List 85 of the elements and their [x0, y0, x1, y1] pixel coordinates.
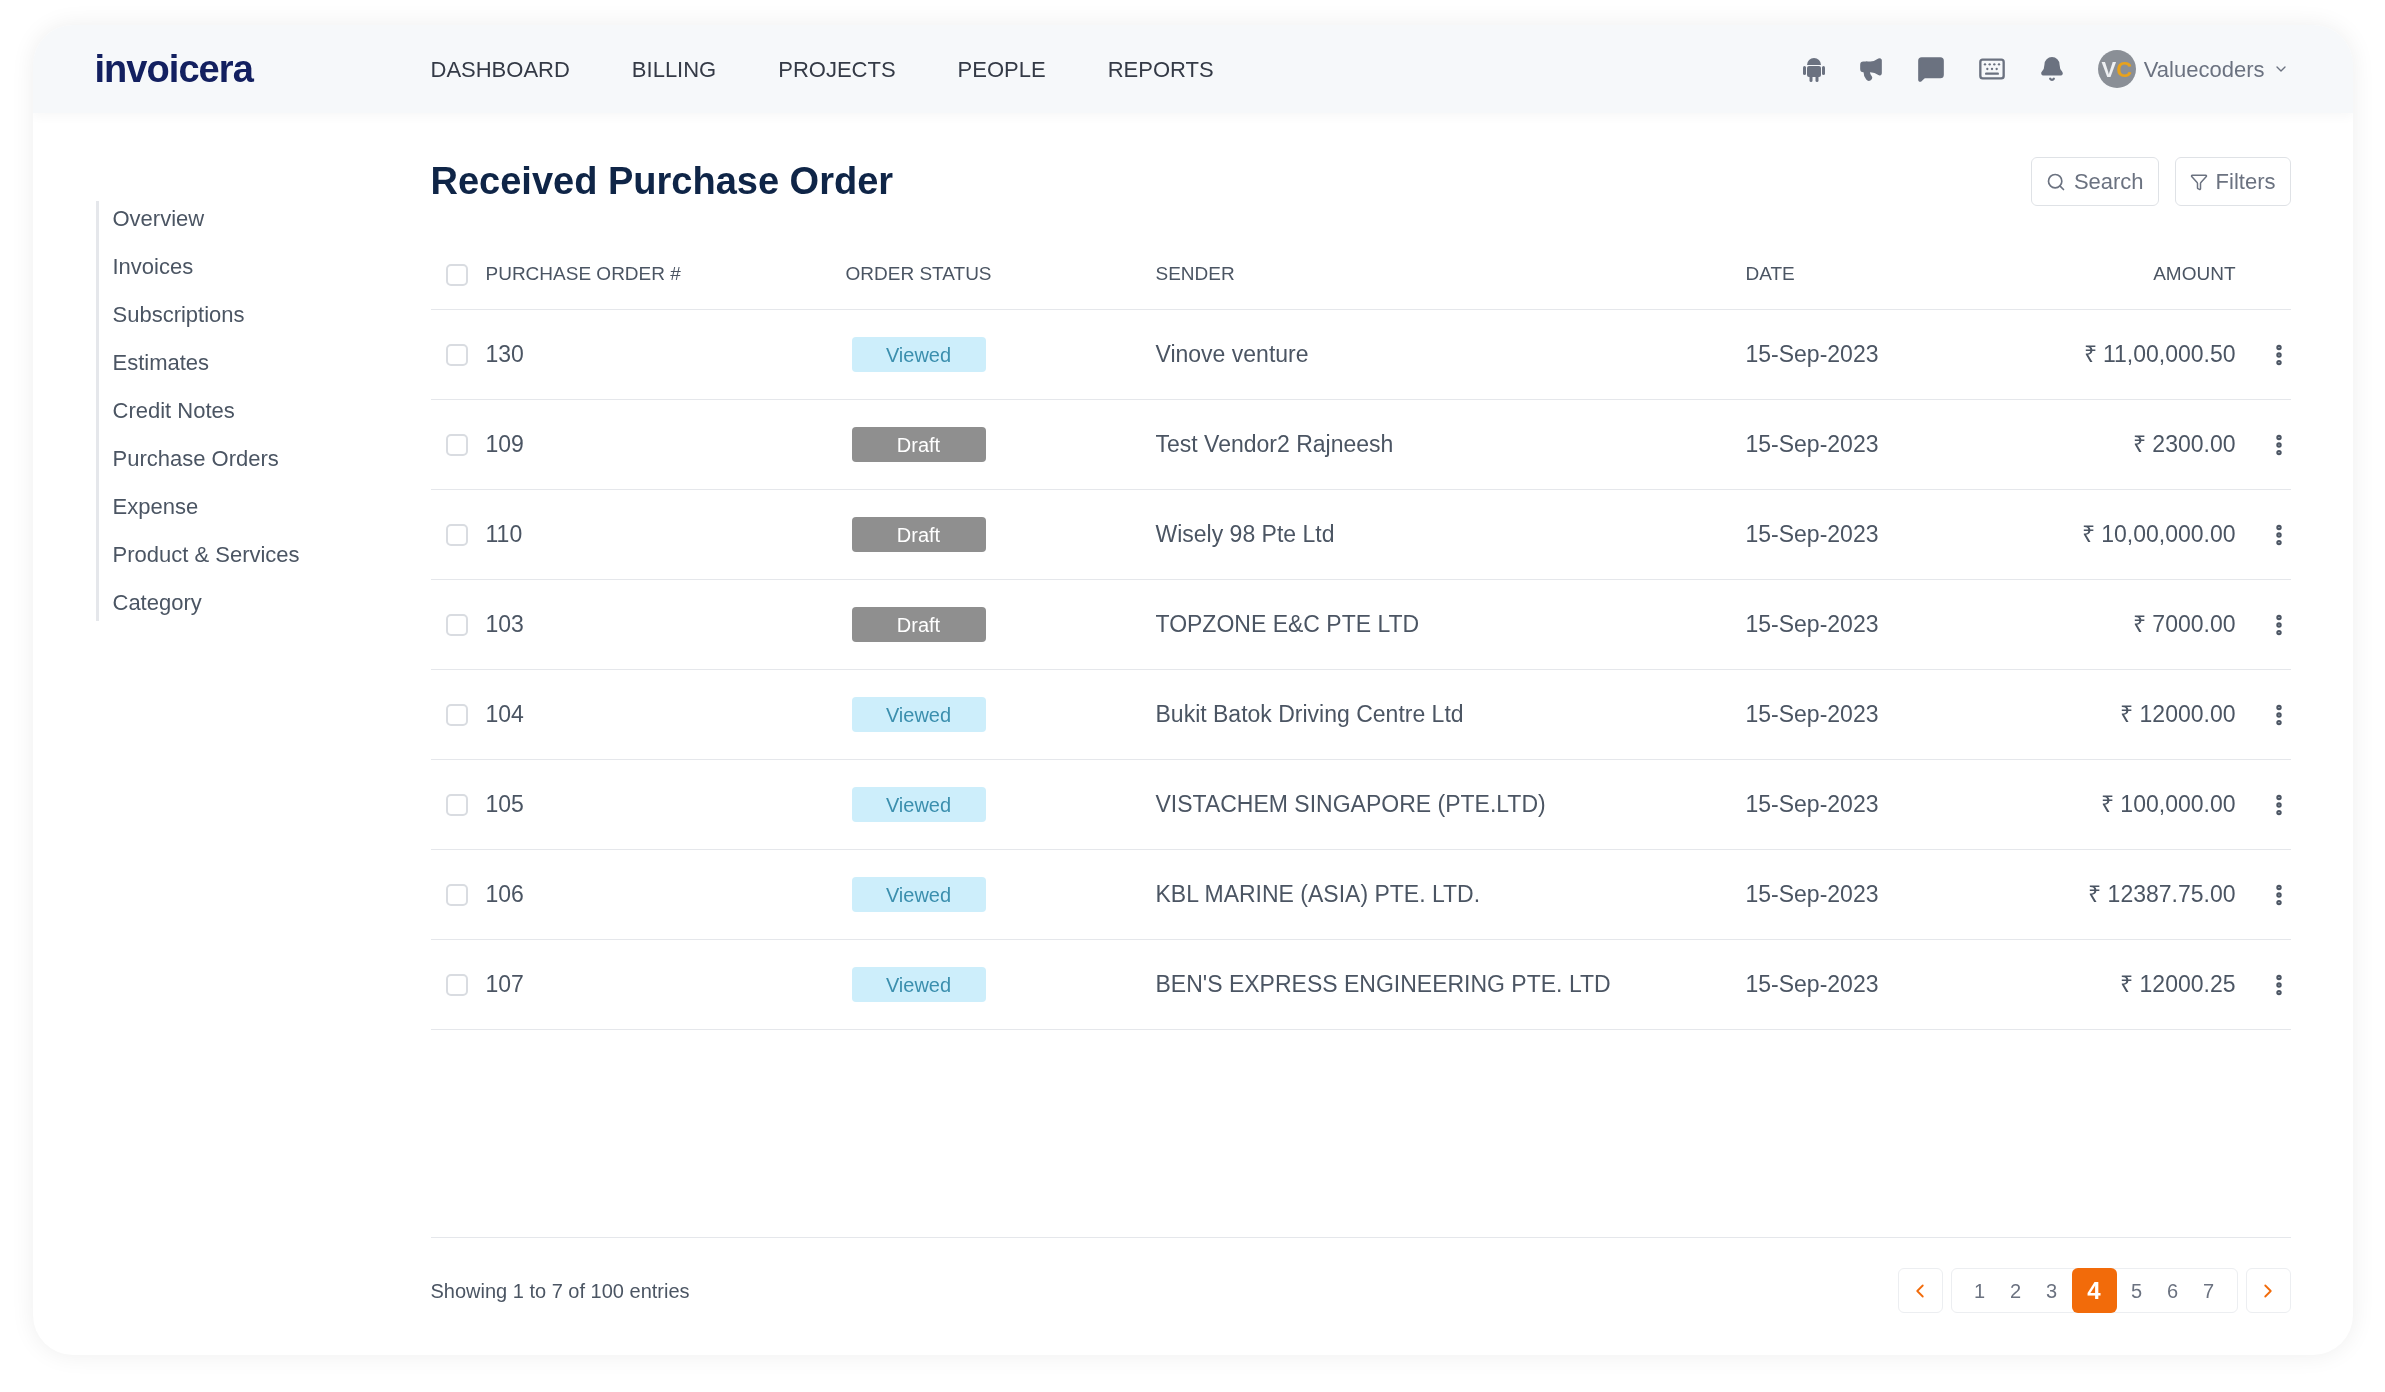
table-cell-text: 106 — [485, 880, 524, 910]
table-cell-text: 15-Sep-2023 — [1745, 520, 1880, 550]
megaphone-icon[interactable] — [1857, 56, 1884, 82]
page-number[interactable]: 1 — [1963, 1268, 1996, 1313]
filters-button[interactable]: Filters — [2174, 157, 2291, 206]
checkbox[interactable] — [445, 523, 468, 546]
table-cell-text: ₹ 2300.00 — [2131, 430, 2236, 460]
search-button[interactable]: Search — [2030, 157, 2159, 206]
column-header: ORDER STATUS — [845, 262, 993, 287]
page-number[interactable]: 7 — [2192, 1268, 2225, 1313]
status-badge: Viewed — [851, 967, 986, 1003]
page-title: Received Purchase Order — [430, 159, 894, 204]
table-cell-text: 15-Sep-2023 — [1745, 700, 1880, 730]
checkbox[interactable] — [445, 343, 468, 366]
table-cell-text: ₹ 12387.75.00 — [2087, 880, 2236, 910]
table-cell-text: 105 — [485, 790, 524, 820]
table-cell-text: ₹ 10,00,000.00 — [2080, 520, 2236, 550]
status-badge: Viewed — [851, 697, 986, 733]
page-number[interactable]: 5 — [2120, 1268, 2153, 1313]
page-number[interactable]: 3 — [2035, 1268, 2068, 1313]
checkbox[interactable] — [445, 883, 468, 906]
nav-link[interactable]: REPORTS — [1107, 52, 1214, 86]
column-header: DATE — [1745, 262, 1796, 287]
table-cell-text: 15-Sep-2023 — [1745, 970, 1880, 1000]
table-cell-text: 107 — [485, 970, 524, 1000]
logo[interactable]: invoicera — [94, 40, 431, 98]
entries-summary: Showing 1 to 7 of 100 entries — [430, 1278, 690, 1304]
table-cell-text: Vinove venture — [1155, 340, 1310, 370]
table-cell-text: ₹ 11,00,000.50 — [2082, 340, 2236, 370]
table-cell-text: Wisely 98 Pte Ltd — [1155, 520, 1336, 550]
sidebar-item[interactable]: Product & Services — [112, 541, 431, 569]
table-cell-text: 15-Sep-2023 — [1745, 430, 1880, 460]
table-cell-text: TOPZONE E&C PTE LTD — [1155, 610, 1421, 640]
android-icon[interactable] — [1802, 56, 1825, 82]
table-cell-text: ₹ 12000.00 — [2119, 700, 2236, 730]
checkbox[interactable] — [445, 613, 468, 636]
status-badge: Draft — [851, 427, 986, 463]
sidebar-item[interactable]: Credit Notes — [112, 397, 431, 425]
table-cell-text: 15-Sep-2023 — [1745, 880, 1880, 910]
table-cell-text: 104 — [485, 700, 524, 730]
checkbox[interactable] — [445, 973, 468, 996]
nav-link[interactable]: BILLING — [631, 52, 717, 86]
nav-link[interactable]: PROJECTS — [778, 52, 896, 86]
user-name[interactable]: Valuecoders — [2143, 52, 2265, 86]
table-cell-text: VISTACHEM SINGAPORE (PTE.LTD) — [1155, 790, 1547, 820]
table-cell-text: KBL MARINE (ASIA) PTE. LTD. — [1155, 880, 1482, 910]
status-badge: Draft — [851, 517, 986, 553]
page-number[interactable]: 2 — [1999, 1268, 2032, 1313]
checkbox[interactable] — [445, 703, 468, 726]
table-cell-text: 15-Sep-2023 — [1745, 340, 1880, 370]
sidebar-item[interactable]: Expense — [112, 493, 431, 521]
nav-link[interactable]: DASHBOARD — [430, 52, 570, 86]
status-badge: Viewed — [851, 337, 986, 373]
column-header: AMOUNT — [2152, 262, 2236, 287]
sidebar-item[interactable]: Purchase Orders — [112, 445, 431, 473]
column-header: SENDER — [1155, 262, 1236, 287]
table-cell-text: 15-Sep-2023 — [1745, 790, 1880, 820]
checkbox[interactable] — [445, 263, 468, 286]
table-cell-text: ₹ 12000.25 — [2119, 970, 2236, 1000]
search-icon — [2045, 171, 2066, 192]
status-badge: Viewed — [851, 877, 986, 913]
table-cell-text: ₹ 7000.00 — [2131, 610, 2236, 640]
table-cell-text: 130 — [485, 340, 524, 370]
table-cell-text: ₹ 100,000.00 — [2100, 790, 2236, 820]
checkbox[interactable] — [445, 793, 468, 816]
table-cell-text: 15-Sep-2023 — [1745, 610, 1880, 640]
table-cell-text: 109 — [485, 430, 524, 460]
table-cell-text: Test Vendor2 Rajneesh — [1155, 430, 1395, 460]
sidebar-item[interactable]: Invoices — [112, 253, 431, 281]
table-cell-text: BEN'S EXPRESS ENGINEERING PTE. LTD — [1155, 970, 1612, 1000]
table-cell-text: Bukit Batok Driving Centre Ltd — [1155, 700, 1465, 730]
status-badge: Viewed — [851, 787, 986, 823]
page-number[interactable]: 6 — [2156, 1268, 2189, 1313]
nav-link[interactable]: PEOPLE — [957, 52, 1046, 86]
sidebar-item[interactable]: Estimates — [112, 349, 431, 377]
table-cell-text: 110 — [485, 520, 523, 550]
sidebar-item[interactable]: Overview — [112, 205, 431, 233]
column-header: PURCHASE ORDER # — [485, 262, 681, 287]
status-badge: Draft — [851, 607, 986, 643]
filter-icon — [2189, 172, 2208, 191]
table-cell-text: 103 — [485, 610, 524, 640]
sidebar-item[interactable]: Category — [112, 589, 431, 617]
sidebar-item[interactable]: Subscriptions — [112, 301, 431, 329]
notification-bell-icon[interactable] — [2038, 56, 2065, 82]
checkbox[interactable] — [445, 433, 468, 456]
